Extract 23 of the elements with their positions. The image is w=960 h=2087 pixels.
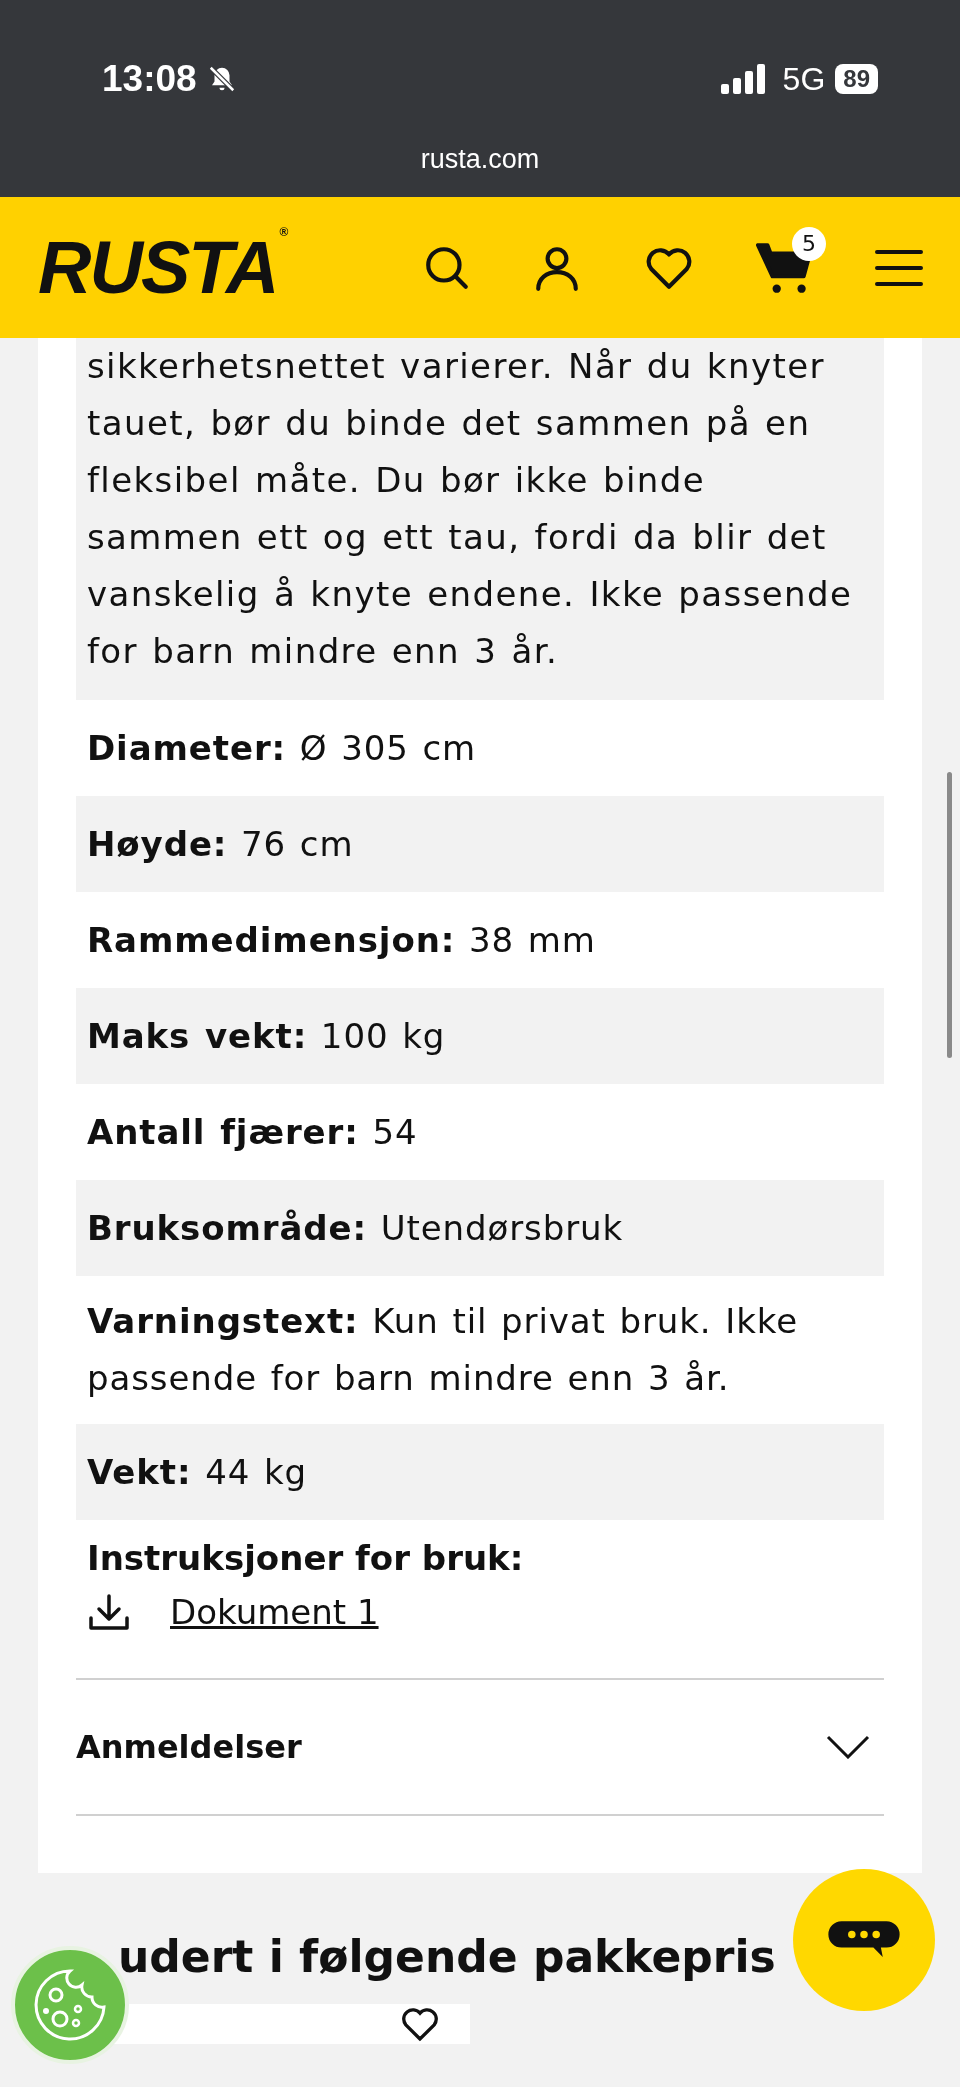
signal-icon (720, 64, 767, 94)
spec-text: Rammedimensjon: 38 mm (87, 918, 596, 962)
instructions-label: Instruksjoner for bruk: (87, 1538, 525, 1578)
status-time: 13:08 (102, 58, 197, 100)
section-heading: udert i følgende pakkepris (118, 1931, 776, 1982)
battery-indicator: 89 (835, 64, 878, 94)
spec-text: Høyde: 76 cm (87, 822, 354, 866)
spec-text: Varningstext: Kun til privat bruk. Ikke passende for barn mindre enn 3 år. (87, 1300, 799, 1400)
spec-text: Bruksområde: Utendørsbruk (87, 1206, 624, 1250)
spec-text: Vekt: 44 kg (87, 1450, 308, 1494)
download-icon[interactable] (89, 1594, 129, 1630)
url-text: rusta.com (419, 144, 541, 175)
spec-text: Antall fjærer: 54 (87, 1110, 418, 1154)
chevron-down-icon (826, 1735, 870, 1759)
spec-text: Diameter: Ø 305 cm (87, 726, 477, 770)
spec-text: Maks vekt: 100 kg (87, 1014, 446, 1058)
logo[interactable]: RUSTA$^{®}$ (38, 225, 287, 310)
reviews-accordion[interactable]: Anmeldelser (76, 1678, 884, 1816)
description-text: sikkerhetsnettet varierer. Når du knyter tauet, bør du binde det sammen på en fleksibel måte. Du bør ikke binde sammen ett og ett tau, fordi da blir det vanskelig å knyte endene. Ikke passende for barn mindre enn 3 år. (87, 345, 854, 673)
menu-icon[interactable] (874, 247, 924, 288)
document-link[interactable]: Dokument 1 (170, 1592, 379, 1632)
network-label: 5G (782, 60, 826, 98)
cart-count-badge: 5 (792, 226, 826, 261)
